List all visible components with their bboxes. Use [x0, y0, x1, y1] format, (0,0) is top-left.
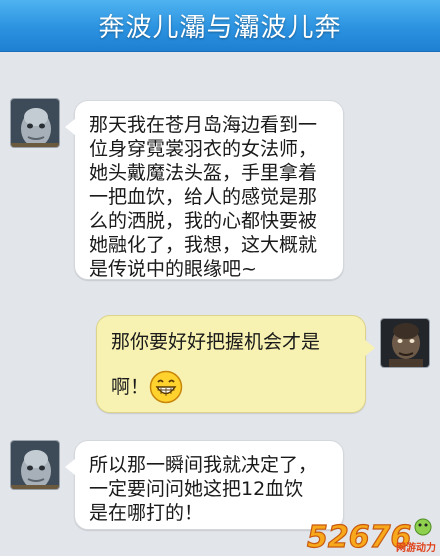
message-1-line: 位身穿霓裳羽衣的女法师，: [89, 138, 318, 160]
avatar-bobo-image: [11, 441, 59, 489]
message-1-line: 是传说中的眼缘吧~: [89, 258, 257, 280]
message-2-line: 那你要好好把握机会才是: [111, 331, 321, 353]
message-1-line: 么的洒脱，我的心都快要被: [89, 210, 318, 232]
message-3-line: 是在哪打的！: [89, 502, 204, 524]
avatar-bawa[interactable]: [380, 318, 430, 368]
message-1-line: 她头戴魔法头盔，手里拿着: [89, 162, 318, 184]
message-2-line: 啊！: [111, 376, 150, 398]
message-2-line-wrap: 啊！: [111, 370, 355, 404]
grin-emoji-icon: [149, 370, 183, 404]
message-bubble-3[interactable]: 所以那一瞬间我就决定了， 一定要问问她这把12血饮 是在哪打的！: [65, 440, 344, 530]
message-1-line: 一把血饮，给人的感觉是那: [89, 186, 318, 208]
chat-title: 奔波儿灞与灞波儿奔: [98, 13, 342, 43]
bubble-tail: [365, 340, 375, 356]
bubble-tail: [65, 119, 75, 135]
title-bar: 奔波儿灞与灞波儿奔: [0, 0, 440, 52]
message-1-line: 她融化了，我想，这大概就: [89, 234, 318, 256]
avatar-bobo[interactable]: [10, 440, 60, 490]
avatar-bobo[interactable]: [10, 98, 60, 148]
avatar-bawa-image: [381, 319, 429, 367]
avatar-bobo-image: [11, 99, 59, 147]
message-3-line: 一定要问问她这把12血饮: [89, 478, 304, 500]
message-3-line: 所以那一瞬间我就决定了，: [89, 454, 318, 476]
message-bubble-2[interactable]: 那你要好好把握机会才是 啊！: [96, 315, 375, 413]
bubble-tail: [65, 459, 75, 475]
message-bubble-1[interactable]: 那天我在苍月岛海边看到一 位身穿霓裳羽衣的女法师， 她头戴魔法头盔，手里拿着 一…: [65, 100, 344, 280]
watermark-logo: 52676 网游动力: [305, 515, 440, 556]
message-1-line: 那天我在苍月岛海边看到一: [89, 114, 318, 136]
watermark-text: 网游动力: [396, 543, 436, 554]
